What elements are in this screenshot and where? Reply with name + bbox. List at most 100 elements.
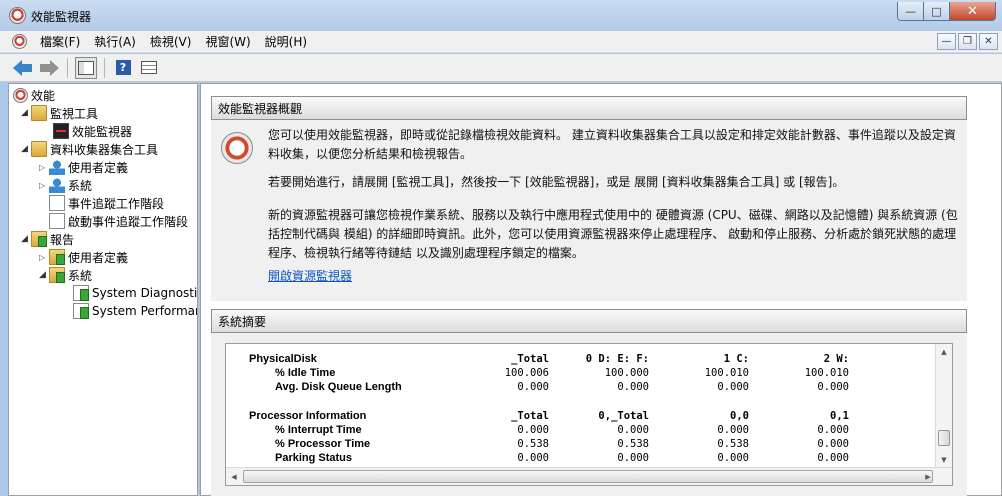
overview-header[interactable]: 效能監視器概觀	[211, 96, 967, 120]
menu-action[interactable]: 執行(A)	[87, 33, 143, 50]
counter-value: 0.000	[517, 381, 549, 394]
table-row: Processor Information _Total 0,_Total 0,…	[249, 409, 849, 423]
column-header: _Total	[511, 409, 549, 422]
tree-item-event-trace-sessions[interactable]: 事件追蹤工作階段	[49, 194, 164, 212]
system-menu-icon[interactable]	[12, 34, 27, 49]
mdi-minimize-button[interactable]: —	[937, 33, 956, 50]
tree-item-monitoring-tools[interactable]: ◢ 監視工具	[21, 104, 98, 122]
system-summary-section: 系統摘要 PhysicalDisk _Total 0 D: E: F: 1 C:…	[211, 309, 967, 496]
tree-item-reports-system[interactable]: ◢ 系統	[39, 266, 92, 284]
counter-value: 100.010	[704, 367, 749, 380]
table-row: % Interrupt Time 0.000 0.000 0.000 0.000	[249, 423, 849, 437]
tree-item-label: 系統	[68, 268, 93, 283]
tree-item-user-defined[interactable]: ▷ 使用者定義	[39, 158, 128, 176]
menu-help[interactable]: 說明(H)	[258, 33, 314, 50]
reports-folder-icon	[31, 231, 47, 247]
mdi-restore-button[interactable]: ❐	[958, 33, 977, 50]
menu-window[interactable]: 視窗(W)	[198, 33, 257, 50]
menu-view[interactable]: 檢視(V)	[143, 33, 199, 50]
counter-name: Parking Status	[275, 452, 353, 465]
user-defined-icon	[49, 159, 65, 175]
tree-item-label: 報告	[50, 232, 75, 247]
folder-icon	[31, 105, 47, 121]
vertical-scrollbar[interactable]: ▲ ▼	[935, 344, 952, 468]
collapse-triangle-icon[interactable]: ◢	[21, 108, 31, 118]
scroll-down-arrow-icon[interactable]: ▼	[936, 452, 952, 468]
tree-item-startup-event-trace-sessions[interactable]: 啟動事件追蹤工作階段	[49, 212, 188, 230]
overview-paragraph-3: 新的資源監視器可讓您檢視作業系統、服務以及執行中應用程式使用中的 硬體資源 (C…	[268, 208, 958, 260]
tree-item-performance[interactable]: 效能	[13, 86, 55, 104]
counter-value: 0.000	[717, 381, 749, 394]
forward-arrow-icon	[39, 59, 59, 76]
toolbar: ?	[0, 54, 1002, 82]
tree-item-reports[interactable]: ◢ 報告	[21, 230, 74, 248]
counter-value: 100.010	[804, 367, 849, 380]
counter-value: 0.000	[517, 424, 549, 437]
tree-item-label: 效能監視器	[72, 124, 133, 139]
report-set-icon	[73, 303, 89, 319]
performance-icon	[13, 87, 28, 103]
help-icon: ?	[115, 60, 131, 75]
summary-header[interactable]: 系統摘要	[211, 309, 967, 333]
horizontal-scrollbar[interactable]: ◀ ▶	[226, 467, 952, 485]
tree-item-label: 監視工具	[50, 106, 99, 121]
forward-button[interactable]	[38, 57, 60, 79]
tree-item-label: 效能	[31, 88, 56, 103]
show-action-pane-button[interactable]	[138, 57, 160, 79]
show-hide-console-tree-button[interactable]	[75, 56, 97, 79]
tree-item-data-collector-sets[interactable]: ◢ 資料收集器集合工具	[21, 140, 158, 158]
minimize-button[interactable]: —	[897, 2, 924, 21]
collapse-triangle-icon[interactable]: ◢	[21, 144, 31, 154]
scroll-left-arrow-icon[interactable]: ◀	[226, 468, 242, 485]
system-icon	[49, 177, 65, 193]
table-row: PhysicalDisk _Total 0 D: E: F: 1 C: 2 W:	[249, 352, 849, 366]
vertical-scroll-thumb[interactable]	[938, 430, 950, 446]
window-controls: — □ ✕	[897, 2, 996, 21]
expand-triangle-icon[interactable]: ▷	[39, 181, 49, 190]
performance-monitor-icon[interactable]	[9, 7, 26, 24]
back-arrow-icon	[13, 59, 33, 76]
tree-item-label: 使用者定義	[68, 250, 129, 265]
counter-value: 0.538	[717, 438, 749, 451]
tree-item-system[interactable]: ▷ 系統	[39, 176, 92, 194]
counter-value: 100.006	[504, 367, 549, 380]
action-pane-icon	[141, 61, 157, 74]
overview-body: 您可以使用效能監視器，即時或從記錄檔檢視效能資料。 建立資料收集器集合工具以設定…	[211, 120, 967, 301]
mdi-controls: — ❐ ✕	[937, 33, 998, 50]
tree-item-system-performance[interactable]: System Performance	[73, 302, 197, 320]
overview-paragraph-2: 若要開始進行，請展開 [監視工具]，然後按一下 [效能監視器]，或是 展開 [資…	[268, 175, 845, 189]
counter-value: 0.000	[517, 452, 549, 465]
system-reports-icon	[49, 267, 65, 283]
collapse-triangle-icon[interactable]: ◢	[39, 270, 49, 280]
counter-value: 0.000	[817, 452, 849, 465]
toolbar-separator	[67, 57, 68, 78]
report-set-icon	[73, 285, 89, 301]
menu-file[interactable]: 檔案(F)	[33, 33, 87, 50]
tree-item-label: System Performance	[92, 304, 197, 318]
expand-triangle-icon[interactable]: ▷	[39, 253, 49, 262]
table-row: % Processor Time 0.538 0.538 0.538 0.000	[249, 437, 849, 451]
column-header: 0,1	[830, 409, 849, 422]
expand-triangle-icon[interactable]: ▷	[39, 163, 49, 172]
tree-item-reports-user-defined[interactable]: ▷ 使用者定義	[39, 248, 128, 266]
console-tree-icon	[78, 60, 94, 75]
column-header: 0,0	[730, 409, 749, 422]
collapse-triangle-icon[interactable]: ◢	[21, 234, 31, 244]
mdi-close-button[interactable]: ✕	[979, 33, 998, 50]
help-button[interactable]: ?	[112, 57, 134, 79]
close-button[interactable]: ✕	[950, 2, 996, 21]
counter-name: % Processor Time	[275, 438, 371, 451]
counter-value: 0.538	[617, 438, 649, 451]
document-icon	[49, 213, 65, 229]
open-resource-monitor-link[interactable]: 開啟資源監視器	[268, 267, 352, 284]
horizontal-scroll-thumb[interactable]	[243, 470, 933, 483]
scroll-right-arrow-icon[interactable]: ▶	[920, 468, 936, 485]
tree-item-system-diagnostics[interactable]: System Diagnostics	[73, 284, 197, 302]
tree-item-performance-monitor[interactable]: 效能監視器	[53, 122, 132, 140]
maximize-button[interactable]: □	[924, 2, 950, 21]
counter-value: 0.000	[817, 424, 849, 437]
scroll-up-arrow-icon[interactable]: ▲	[936, 344, 952, 360]
window-title: 效能監視器	[31, 10, 92, 24]
back-button[interactable]	[12, 57, 34, 79]
counter-value: 0.538	[517, 438, 549, 451]
